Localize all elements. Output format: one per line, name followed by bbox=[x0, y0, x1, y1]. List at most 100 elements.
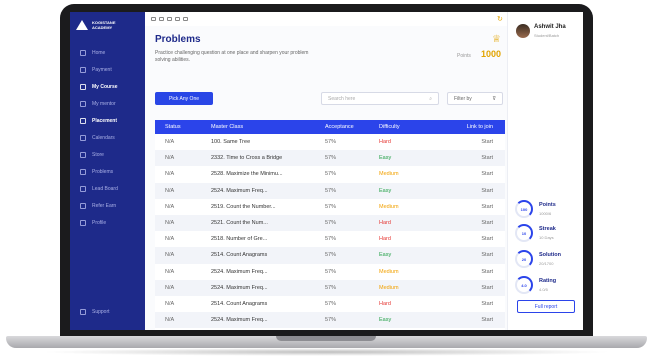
problem-title-cell[interactable]: 2524. Maximum Freq... bbox=[203, 188, 315, 194]
start-link[interactable]: Start bbox=[455, 188, 505, 194]
status-cell: N/A bbox=[165, 284, 175, 291]
start-link[interactable]: Start bbox=[455, 269, 505, 275]
sidebar-item-label: Store bbox=[92, 151, 104, 158]
start-link[interactable]: Start bbox=[455, 301, 505, 307]
start-link[interactable]: Start bbox=[455, 317, 505, 323]
brand-line-2: ACADEMY bbox=[92, 25, 113, 30]
sidebar-item-label: Lead Board bbox=[92, 185, 118, 192]
problem-title-cell[interactable]: 100. Same Tree bbox=[203, 139, 315, 145]
problem-title-cell[interactable]: 2519. Count the Number... bbox=[203, 204, 315, 210]
toolbar-icon[interactable] bbox=[175, 17, 180, 21]
difficulty-cell: Hard bbox=[379, 220, 391, 227]
sidebar-item-support[interactable]: Support bbox=[70, 303, 145, 320]
difficulty-cell: Easy bbox=[379, 317, 392, 324]
status-cell: N/A bbox=[165, 203, 175, 210]
sidebar: KOGISTANE ACADEMY Home Payment My Course My… bbox=[70, 12, 145, 330]
start-link[interactable]: Start bbox=[455, 285, 505, 291]
brand-name: KOGISTANE ACADEMY bbox=[92, 20, 115, 30]
stat-rating: 4.0 Rating 4.0/5 bbox=[515, 276, 581, 298]
problem-title-cell[interactable]: 2524. Maximum Freq... bbox=[203, 285, 315, 291]
acceptance-cell: 57% bbox=[325, 155, 337, 162]
sidebar-item-payment[interactable]: Payment bbox=[70, 61, 145, 78]
table-row[interactable]: N/A 2524. Maximum Freq... 57% Medium Start bbox=[155, 279, 505, 296]
toolbar-icon[interactable] bbox=[183, 17, 188, 21]
acceptance-cell: 57% bbox=[325, 203, 337, 210]
stat-value: 10 Days bbox=[539, 235, 554, 240]
sidebar-item-my-mentor[interactable]: My mentor bbox=[70, 95, 145, 112]
sidebar-item-placement[interactable]: Placement bbox=[70, 112, 145, 129]
avatar[interactable] bbox=[516, 24, 530, 38]
status-cell: N/A bbox=[165, 268, 175, 275]
sidebar-item-label: Home bbox=[92, 49, 106, 56]
sidebar-item-problems[interactable]: Problems bbox=[70, 163, 145, 180]
stat-streak: 10 Streak 10 Days bbox=[515, 224, 581, 246]
toolbar-icon[interactable] bbox=[167, 17, 172, 21]
column-header-link[interactable]: Link to join bbox=[455, 124, 505, 130]
table-row[interactable]: N/A 2528. Maximize the Minimu... 57% Medium… bbox=[155, 166, 505, 183]
stat-name: Streak bbox=[539, 226, 556, 232]
pick-any-one-button[interactable]: Pick Any One bbox=[155, 92, 213, 105]
sidebar-item-store[interactable]: Store bbox=[70, 146, 145, 163]
difficulty-cell: Medium bbox=[379, 284, 399, 291]
problem-title-cell[interactable]: 2514. Count Anagrams bbox=[203, 301, 315, 307]
nav-icon bbox=[80, 151, 86, 158]
status-cell: N/A bbox=[165, 139, 175, 146]
start-link[interactable]: Start bbox=[455, 252, 505, 258]
search-input[interactable]: Search here ⌕ bbox=[321, 92, 439, 105]
full-report-button[interactable]: Full report bbox=[517, 300, 575, 313]
column-header-acceptance[interactable]: Acceptance bbox=[315, 124, 373, 130]
nav-icon bbox=[80, 83, 86, 90]
table-row[interactable]: N/A 2524. Maximum Freq... 57% Easy Start bbox=[155, 312, 505, 329]
sidebar-item-home[interactable]: Home bbox=[70, 44, 145, 61]
start-link[interactable]: Start bbox=[455, 155, 505, 161]
column-header-difficulty[interactable]: Difficulty bbox=[373, 124, 455, 130]
sidebar-item-my-course[interactable]: My Course bbox=[70, 78, 145, 95]
difficulty-cell: Easy bbox=[379, 252, 392, 259]
table-row[interactable]: N/A 2332. Time to Cross a Bridge 57% Easy St… bbox=[155, 150, 505, 167]
table-row[interactable]: N/A 2514. Count Anagrams 57% Easy Start bbox=[155, 247, 505, 264]
column-header-master-class[interactable]: Master Class bbox=[203, 124, 315, 130]
problem-title-cell[interactable]: 2528. Maximize the Minimu... bbox=[203, 171, 315, 177]
difficulty-cell: Easy bbox=[379, 187, 392, 194]
table-row[interactable]: N/A 2524. Maximum Freq... 57% Medium Start bbox=[155, 263, 505, 280]
start-link[interactable]: Start bbox=[455, 171, 505, 177]
column-header-status[interactable]: Status bbox=[155, 124, 203, 130]
difficulty-cell: Hard bbox=[379, 139, 391, 146]
status-cell: N/A bbox=[165, 171, 175, 178]
problem-title-cell[interactable]: 2524. Maximum Freq... bbox=[203, 269, 315, 275]
acceptance-cell: 57% bbox=[325, 300, 337, 307]
problem-title-cell[interactable]: 2518. Number of Gre... bbox=[203, 236, 315, 242]
nav-icon bbox=[80, 100, 86, 107]
filter-dropdown[interactable]: Filter by ⊽ bbox=[447, 92, 503, 105]
sidebar-item-profile[interactable]: Profile bbox=[70, 214, 145, 231]
laptop-mockup: KOGISTANE ACADEMY Home Payment My Course My… bbox=[0, 0, 653, 364]
table-row[interactable]: N/A 2521. Count the Num... 57% Hard Start bbox=[155, 214, 505, 232]
sidebar-item-label: Placement bbox=[92, 117, 118, 124]
laptop-shadow bbox=[40, 348, 613, 356]
table-row[interactable]: N/A2519. Count the Num...57%MediumStart bbox=[155, 328, 505, 330]
refresh-icon[interactable]: ↻ bbox=[497, 15, 503, 23]
problem-title-cell[interactable]: 2514. Count Anagrams bbox=[203, 252, 315, 258]
problem-title-cell[interactable]: 2521. Count the Num... bbox=[203, 220, 315, 226]
table-row[interactable]: N/A 2514. Count Anagrams 57% Hard Start bbox=[155, 295, 505, 313]
start-link[interactable]: Start bbox=[455, 236, 505, 242]
start-link[interactable]: Start bbox=[455, 220, 505, 226]
toolbar-icon[interactable] bbox=[159, 17, 164, 21]
sidebar-item-label: My mentor bbox=[92, 100, 116, 107]
difficulty-cell: Medium bbox=[379, 203, 399, 210]
sidebar-item-lead-board[interactable]: Lead Board bbox=[70, 180, 145, 197]
table-row[interactable]: N/A 100. Same Tree 57% Hard Start bbox=[155, 134, 505, 151]
status-cell: N/A bbox=[165, 187, 175, 194]
sidebar-item-calendars[interactable]: Calendars bbox=[70, 129, 145, 146]
problem-title-cell[interactable]: 2524. Maximum Freq... bbox=[203, 317, 315, 323]
sidebar-item-refer-earn[interactable]: Refer Earn bbox=[70, 197, 145, 214]
table-row[interactable]: N/A 2519. Count the Number... 57% Medium Sta… bbox=[155, 198, 505, 215]
table-row[interactable]: N/A 2524. Maximum Freq... 57% Easy Start bbox=[155, 182, 505, 199]
start-link[interactable]: Start bbox=[455, 139, 505, 145]
difficulty-cell: Medium bbox=[379, 268, 399, 275]
profile-panel: Ashwit Jha Student/Batch 100 Points 1000/6… bbox=[507, 12, 583, 330]
toolbar-icon[interactable] bbox=[151, 17, 156, 21]
table-row[interactable]: N/A 2518. Number of Gre... 57% Hard Start bbox=[155, 231, 505, 248]
problem-title-cell[interactable]: 2332. Time to Cross a Bridge bbox=[203, 155, 315, 161]
start-link[interactable]: Start bbox=[455, 204, 505, 210]
